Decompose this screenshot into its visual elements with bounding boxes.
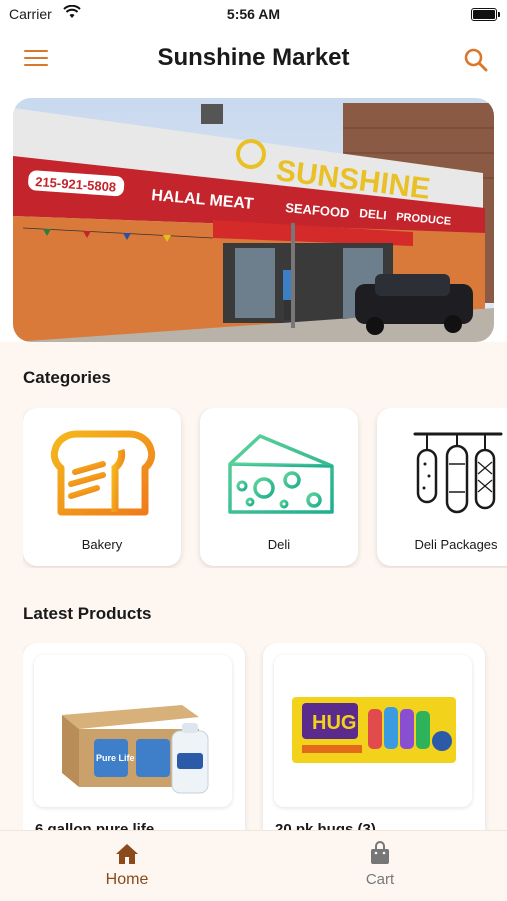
shopping-bag-icon: [371, 841, 389, 864]
category-label: Deli Packages: [414, 537, 498, 552]
sign-deli: DELI: [359, 206, 387, 222]
cheese-icon: [228, 434, 334, 514]
store-banner-image: SUNSHINE 215-921-5808 HALAL MEAT SEAFOOD…: [13, 98, 494, 342]
product-image-water: Pure Life: [34, 655, 232, 807]
product-card[interactable]: HUG 20 pk hugs (3): [263, 643, 485, 831]
battery-icon: [471, 8, 500, 21]
category-card-deli-packages[interactable]: Deli Packages: [377, 408, 507, 566]
category-card-bakery[interactable]: Bakery: [23, 408, 181, 566]
latest-products-list: Pure Life 6 gallon pure life HUG 20 pk h…: [23, 643, 507, 831]
product-image-text: Pure Life: [96, 753, 135, 763]
category-label: Deli: [267, 537, 291, 552]
tab-home[interactable]: Home: [52, 831, 202, 901]
category-card-deli[interactable]: Deli: [200, 408, 358, 566]
latest-products-heading: Latest Products: [23, 604, 152, 623]
page-title: Sunshine Market: [157, 44, 350, 71]
tab-cart[interactable]: Cart: [305, 831, 455, 901]
search-icon[interactable]: [463, 47, 489, 73]
product-card[interactable]: Pure Life 6 gallon pure life: [23, 643, 245, 831]
bottom-tab-bar: Home Cart: [0, 830, 507, 901]
clock: 5:56 AM: [226, 6, 281, 22]
bread-icon: [50, 430, 156, 516]
categories-list: Bakery Deli Deli Packages: [23, 408, 507, 568]
home-icon: [116, 844, 138, 864]
status-bar: Carrier 5:56 AM: [0, 0, 507, 30]
app-bar: Sunshine Market: [0, 30, 507, 90]
tab-label-home: Home: [105, 871, 149, 888]
product-image-hugs: HUG: [274, 655, 472, 807]
sausages-icon: [413, 432, 503, 514]
category-label: Bakery: [81, 537, 123, 552]
product-image-text: HUG: [312, 712, 356, 734]
tab-label-cart: Cart: [365, 871, 395, 888]
categories-heading: Categories: [23, 368, 111, 387]
